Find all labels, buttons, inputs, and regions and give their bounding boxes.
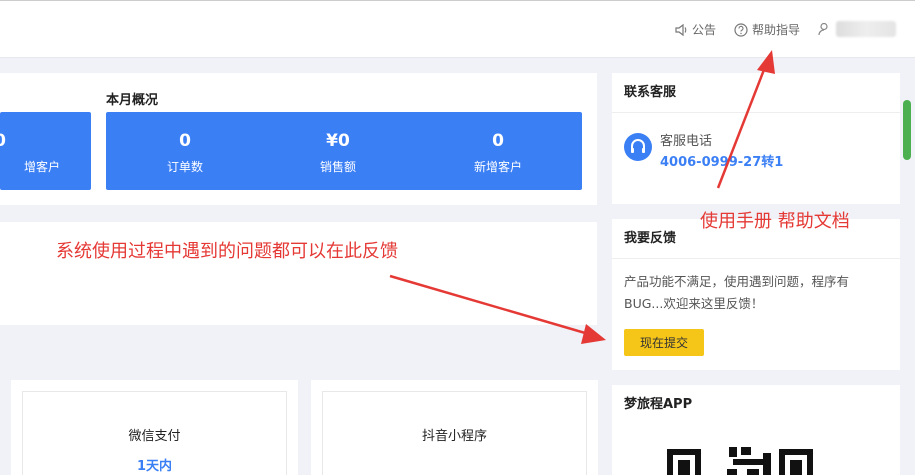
arrow-to-help bbox=[716, 50, 775, 189]
annotation-arrows bbox=[389, 50, 775, 344]
arrow-to-feedback bbox=[389, 274, 606, 344]
